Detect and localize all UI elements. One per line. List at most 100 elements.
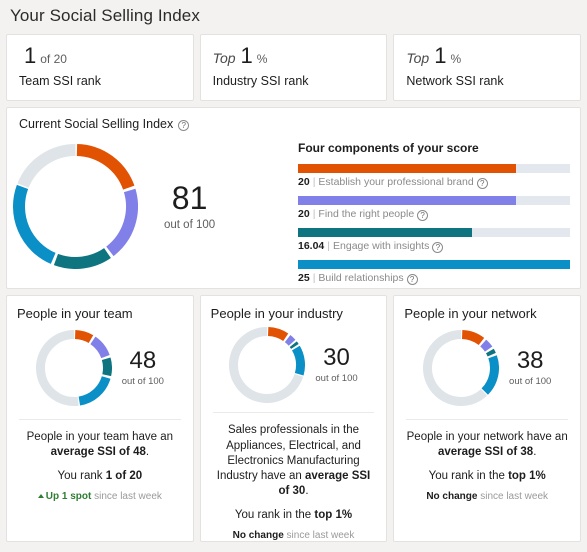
component-label: Find the right people [318, 208, 414, 220]
card-score: 48 [122, 349, 164, 373]
rank-pre: You rank [58, 470, 106, 482]
card-description-line2: You rank 1 of 20 [17, 469, 183, 484]
arrow-up-icon [38, 494, 44, 498]
card-score: 38 [509, 349, 551, 373]
desc-pre: People in your network have an [407, 431, 568, 443]
component-label-row: 25 | Build relationships ? [298, 272, 570, 284]
card-outof: out of 100 [509, 376, 551, 387]
current-ssi-card: Current Social Selling Index ? 81 out of… [6, 107, 581, 289]
change-label: No change [233, 530, 284, 541]
donut-chart-svg [13, 144, 138, 269]
card-description-line1: People in your team have an average SSI … [17, 430, 183, 461]
card-score-block: 38 out of 100 [509, 349, 551, 387]
card-title: People in your industry [211, 306, 377, 321]
current-ssi-chart-area: 81 out of 100 [7, 131, 292, 281]
card-outof: out of 100 [315, 373, 357, 384]
desc-bold: average SSI of 38 [438, 446, 533, 458]
donut-segment [75, 335, 91, 340]
network-donut [423, 330, 499, 406]
card-score: 30 [315, 346, 357, 370]
component-label: Establish your professional brand [318, 176, 473, 188]
card-chart-area: 38 out of 100 [404, 323, 570, 413]
component-value: 16.04 [298, 240, 324, 252]
rank-bold: 1 of 20 [106, 470, 142, 482]
card-title: People in your network [404, 306, 570, 321]
info-icon[interactable]: ? [477, 178, 488, 189]
component-bar-fill [298, 260, 570, 269]
card-network: People in your network 38 out of 100 Peo… [393, 295, 581, 542]
component-bar-track [298, 260, 570, 269]
card-chart-area: 30 out of 100 [211, 323, 377, 406]
rank-value-line: 1 of 20 [19, 45, 181, 67]
component-separator: | [327, 240, 330, 252]
rank-suffix: of 20 [40, 52, 67, 66]
current-ssi-outof: out of 100 [164, 219, 215, 231]
desc-post: . [305, 485, 308, 497]
rank-bold: top 1% [508, 470, 546, 482]
component-row-relationships: 25 | Build relationships ? [298, 260, 570, 284]
donut-segment [77, 150, 129, 188]
components-panel: Four components of your score 20 | Estab… [292, 131, 580, 281]
change-since: since last week [477, 491, 548, 502]
donut-segment [490, 351, 492, 355]
rank-label: Team SSI rank [19, 74, 181, 88]
card-description: People in your network have an average S… [404, 420, 570, 484]
rank-value: 1 [241, 45, 253, 67]
rank-card-industry[interactable]: Top 1 % Industry SSI rank [200, 34, 388, 101]
component-bar-fill [298, 228, 472, 237]
rank-card-network[interactable]: Top 1 % Network SSI rank [393, 34, 581, 101]
industry-donut [229, 327, 305, 403]
donut-chart-svg [423, 330, 499, 406]
info-icon[interactable]: ? [432, 242, 443, 253]
change-label: No change [426, 491, 477, 502]
info-icon[interactable]: ? [407, 274, 418, 285]
desc-bold: average SSI of 48 [51, 446, 146, 458]
donut-segment [485, 357, 495, 392]
comparison-card-row: People in your team 48 out of 100 People… [6, 295, 581, 542]
rank-card-team[interactable]: 1 of 20 Team SSI rank [6, 34, 194, 101]
current-ssi-donut [13, 144, 138, 269]
rank-value: 1 [434, 45, 446, 67]
donut-segment [428, 335, 484, 402]
rank-pre: You rank in the [235, 509, 315, 521]
card-title: People in your team [17, 306, 183, 321]
component-bar-track [298, 196, 570, 205]
current-ssi-title: Current Social Selling Index [19, 117, 173, 131]
rank-suffix: % [257, 52, 268, 66]
component-row-people: 20 | Find the right people ? [298, 196, 570, 220]
info-icon[interactable]: ? [178, 120, 189, 131]
component-bar-track [298, 228, 570, 237]
components-title: Four components of your score [298, 141, 570, 155]
rank-bold: top 1% [314, 509, 352, 521]
donut-segment [288, 338, 292, 342]
rank-value: 1 [24, 45, 36, 67]
component-row-insights: 16.04 | Engage with insights ? [298, 228, 570, 252]
component-separator: | [313, 272, 316, 284]
component-value: 20 [298, 208, 310, 220]
rank-prefix: Top [213, 50, 236, 66]
donut-segment [23, 150, 75, 186]
card-team: People in your team 48 out of 100 People… [6, 295, 194, 542]
card-description: Sales professionals in the Appliances, E… [211, 413, 377, 523]
component-row-brand: 20 | Establish your professional brand ? [298, 164, 570, 188]
component-bar-fill [298, 164, 516, 173]
component-value: 20 [298, 176, 310, 188]
component-label: Build relationships [318, 272, 403, 284]
donut-segment [110, 190, 132, 251]
component-label: Engage with insights [333, 240, 429, 252]
rank-label: Network SSI rank [406, 74, 568, 88]
rank-value-line: Top 1 % [213, 45, 375, 67]
info-icon[interactable]: ? [417, 210, 428, 221]
current-ssi-header: Current Social Selling Index ? [7, 108, 580, 131]
card-description-line1: People in your network have an average S… [404, 430, 570, 461]
rank-card-row: 1 of 20 Team SSI rank Top 1 % Industry S… [6, 34, 581, 101]
card-industry: People in your industry 30 out of 100 Sa… [200, 295, 388, 542]
desc-pre: People in your team have an [27, 431, 173, 443]
donut-segment [483, 343, 488, 349]
card-description: People in your team have an average SSI … [17, 420, 183, 484]
page-title: Your Social Selling Index [6, 0, 581, 34]
component-bar-track [298, 164, 570, 173]
donut-segment [106, 359, 107, 375]
change-label: Up 1 spot [46, 491, 92, 502]
rank-prefix: Top [406, 50, 429, 66]
